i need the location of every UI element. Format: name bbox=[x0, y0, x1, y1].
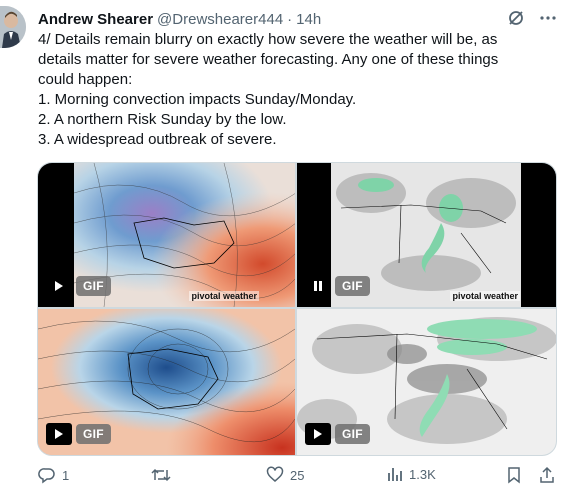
tweet-timestamp[interactable]: 14h bbox=[296, 11, 321, 28]
author-name[interactable]: Andrew Shearer bbox=[38, 11, 153, 28]
media-item-3[interactable]: GIF bbox=[38, 309, 295, 455]
tweet-header: Andrew Shearer @Drewshearer444 · 14h bbox=[38, 8, 561, 30]
gif-badge: GIF bbox=[335, 276, 370, 296]
views-button[interactable]: 1.3K bbox=[387, 466, 436, 482]
media-grid: pivotal weather GIF pivotal weather GIF bbox=[37, 162, 557, 456]
reply-icon bbox=[38, 468, 55, 484]
grok-icon[interactable] bbox=[507, 9, 525, 27]
media-controls: GIF bbox=[46, 423, 111, 445]
watermark: pivotal weather bbox=[450, 291, 520, 301]
media-item-4[interactable]: GIF bbox=[297, 309, 556, 455]
retweet-icon bbox=[151, 468, 171, 482]
tweet-actions: 1 25 1.3K bbox=[38, 466, 558, 488]
watermark: pivotal weather bbox=[189, 291, 259, 301]
gif-badge: GIF bbox=[335, 424, 370, 444]
more-icon[interactable] bbox=[539, 9, 557, 27]
tweet-text: 4/ Details remain blurry on exactly how … bbox=[38, 30, 558, 150]
like-icon bbox=[266, 466, 284, 482]
media-item-1[interactable]: pivotal weather GIF bbox=[38, 163, 295, 307]
reply-button[interactable]: 1 bbox=[38, 466, 69, 484]
tweet-text-line: 3. A widespread outbreak of severe. bbox=[38, 131, 277, 148]
play-icon[interactable] bbox=[305, 423, 331, 445]
gif-badge: GIF bbox=[76, 424, 111, 444]
bookmark-icon bbox=[508, 467, 520, 484]
separator-dot: · bbox=[287, 10, 293, 28]
like-count: 25 bbox=[290, 467, 305, 483]
tweet-text-line: 1. Morning convection impacts Sunday/Mon… bbox=[38, 91, 357, 108]
share-icon bbox=[540, 466, 554, 483]
media-controls: GIF bbox=[305, 275, 370, 297]
play-icon[interactable] bbox=[46, 423, 72, 445]
views-icon bbox=[388, 468, 402, 481]
media-item-2[interactable]: pivotal weather GIF bbox=[297, 163, 556, 307]
retweet-button[interactable] bbox=[151, 466, 177, 484]
like-button[interactable]: 25 bbox=[266, 466, 304, 484]
reply-count: 1 bbox=[62, 467, 70, 483]
bookmark-button[interactable] bbox=[506, 466, 522, 484]
play-icon[interactable] bbox=[46, 275, 72, 297]
tweet-text-line: 4/ Details remain blurry on exactly how … bbox=[38, 31, 498, 48]
tweet-text-line: 2. A northern Risk Sunday by the low. bbox=[38, 111, 287, 128]
author-avatar[interactable] bbox=[0, 6, 26, 48]
tweet-text-line: details matter for severe weather foreca… bbox=[38, 51, 499, 68]
author-handle[interactable]: @Drewshearer444 bbox=[157, 11, 283, 28]
header-actions bbox=[507, 9, 557, 27]
pause-icon[interactable] bbox=[305, 275, 331, 297]
media-controls: GIF bbox=[46, 275, 111, 297]
share-button[interactable] bbox=[538, 466, 556, 484]
view-count: 1.3K bbox=[409, 466, 436, 482]
tweet-text-line: could happen: bbox=[38, 71, 133, 88]
gif-badge: GIF bbox=[76, 276, 111, 296]
media-controls: GIF bbox=[305, 423, 370, 445]
